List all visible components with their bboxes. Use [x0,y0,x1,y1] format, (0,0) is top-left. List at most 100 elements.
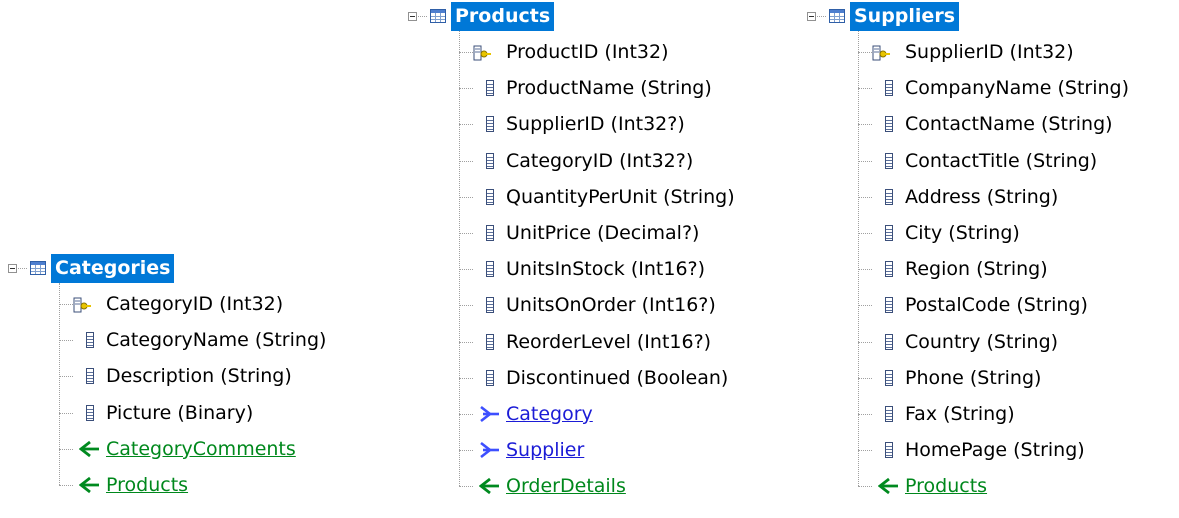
tree-guide-line [59,283,60,485]
tree-connector [459,52,473,53]
primary-key-icon [473,44,491,62]
property-row-contacttitle: ContactTitle (String) [905,149,1098,172]
property-icon [486,225,494,241]
property-row-region: Region (String) [905,258,1048,281]
property-row-companyname: CompanyName (String) [905,77,1130,100]
tree-connector [59,485,73,486]
navigation-link-categorycomments[interactable]: CategoryComments [106,436,296,462]
tree-connector [858,124,872,126]
entity-title-categories[interactable]: Categories [51,254,175,283]
property-icon [885,333,893,350]
property-row-contactname: ContactName (String) [905,113,1113,136]
property-row-phone: Phone (String) [905,366,1042,389]
navigation-link-supplier[interactable]: Supplier [506,437,584,463]
property-row-categoryname: CategoryName (String) [106,329,327,352]
tree-connector [459,305,473,307]
property-row-supplierid: SupplierID (Int32) [905,41,1074,63]
property-icon [885,116,893,133]
property-icon [486,333,494,350]
tree-connector [858,160,872,162]
navigation-collection-icon [78,476,101,494]
entity-schema-tree: Categories CategoryID (Int32) CategoryName… [0,0,1179,518]
entity-title-suppliers[interactable]: Suppliers [850,2,960,31]
property-icon [885,369,893,386]
navigation-collection-icon [78,440,101,458]
tree-connector [858,52,872,53]
property-row-homepage: HomePage (String) [905,439,1085,462]
navigation-reference-icon [479,441,501,459]
property-icon [885,297,893,314]
collapse-toggle-products[interactable] [408,12,417,21]
navigation-collection-icon [478,477,501,495]
tree-connector [858,196,872,198]
table-icon [30,261,46,275]
property-row-postalcode: PostalCode (String) [905,294,1088,317]
navigation-reference-icon [479,405,501,423]
collapse-toggle-suppliers[interactable] [807,12,816,21]
property-row-categoryid: CategoryID (Int32) [106,293,284,315]
tree-connector [858,414,872,415]
property-row-fax: Fax (String) [905,403,1015,425]
tree-connector [59,340,73,342]
tree-connector [459,377,473,379]
property-row-categoryid: CategoryID (Int32?) [506,149,694,172]
tree-connector [459,486,473,488]
property-icon [86,332,94,349]
tree-connector [858,88,872,90]
tree-connector [59,304,73,305]
tree-connector [459,414,473,415]
primary-key-icon [73,296,91,314]
property-row-city: City (String) [905,222,1020,244]
navigation-link-products[interactable]: Products [106,472,188,498]
property-icon [885,188,893,205]
property-row-supplierid: SupplierID (Int32?) [506,113,685,136]
tree-connector [459,160,473,162]
tree-connector [858,450,872,452]
property-icon [486,261,494,278]
tree-connector [858,269,872,271]
tree-connector [418,16,427,17]
entity-title-products[interactable]: Products [451,2,555,31]
tree-connector [817,16,826,17]
tree-connector [459,196,473,198]
property-icon [885,152,893,169]
property-row-picture: Picture (Binary) [106,401,254,424]
property-row-country: Country (String) [905,330,1059,353]
tree-guide-line [858,31,859,487]
property-icon [486,152,494,169]
property-icon [885,225,893,241]
tree-connector [459,124,473,126]
tree-connector [459,269,473,271]
property-icon [486,188,494,205]
collapse-toggle-categories[interactable] [8,264,17,273]
property-row-reorderlevel: ReorderLevel (Int16?) [506,330,712,353]
tree-connector [459,450,473,452]
property-row-unitsinstock: UnitsInStock (Int16?) [506,258,706,281]
tree-guide-line [459,31,460,487]
property-icon [885,80,893,97]
table-icon [829,9,845,23]
tree-connector [59,376,73,378]
property-icon [86,368,94,385]
property-icon [486,80,494,97]
property-row-quantityperunit: QuantityPerUnit (String) [506,185,735,208]
tree-connector [858,341,872,343]
property-row-productname: ProductName (String) [506,77,712,100]
navigation-link-category[interactable]: Category [506,401,593,427]
tree-connector [459,341,473,343]
navigation-link-orderdetails[interactable]: OrderDetails [506,473,626,499]
property-icon [86,404,94,421]
navigation-link-products[interactable]: Products [905,473,987,499]
tree-connector [858,305,872,307]
tree-connector [459,88,473,90]
tree-connector [858,486,872,488]
property-row-unitsonorder: UnitsOnOrder (Int16?) [506,294,716,317]
primary-key-icon [872,44,890,62]
property-row-description: Description (String) [106,365,292,388]
property-row-address: Address (String) [905,185,1059,208]
property-icon [486,297,494,314]
property-row-productid: ProductID (Int32) [506,41,669,63]
tree-connector [858,233,872,234]
property-icon [885,442,893,459]
tree-connector [59,412,73,414]
